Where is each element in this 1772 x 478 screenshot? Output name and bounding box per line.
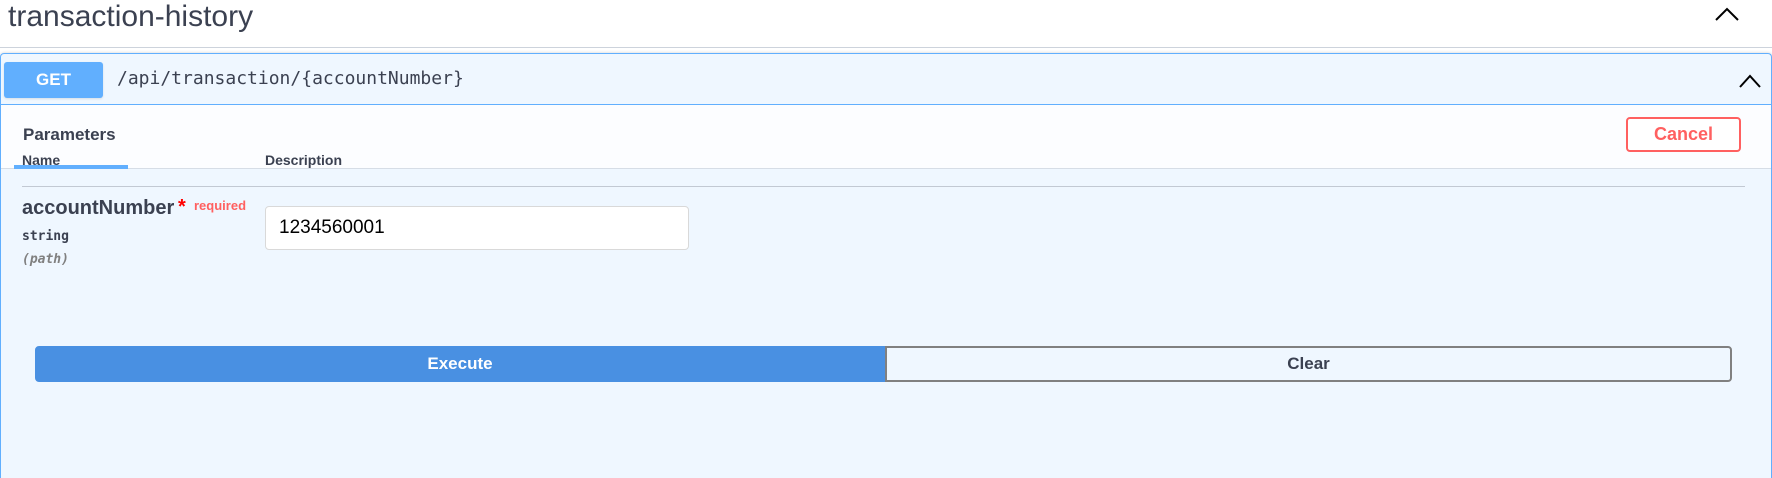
column-header-name: Name bbox=[22, 152, 61, 168]
table-divider bbox=[22, 186, 1745, 187]
param-location: (path) bbox=[22, 252, 69, 267]
tab-parameters-label: Parameters bbox=[23, 125, 116, 144]
method-badge: GET bbox=[4, 62, 103, 98]
param-type: string bbox=[22, 229, 69, 244]
section-title: transaction-history bbox=[8, 0, 254, 33]
chevron-up-icon[interactable] bbox=[1737, 72, 1763, 90]
swagger-page: transaction-history GET /api/transaction… bbox=[0, 0, 1772, 478]
required-label: required bbox=[194, 198, 247, 213]
section-header[interactable]: transaction-history bbox=[0, 0, 1772, 48]
operation-block-get: GET /api/transaction/{accountNumber} Par… bbox=[0, 53, 1772, 478]
column-header-description: Description bbox=[265, 152, 343, 168]
chevron-up-icon[interactable] bbox=[1713, 4, 1741, 24]
operation-summary[interactable]: GET /api/transaction/{accountNumber} bbox=[1, 54, 1771, 105]
required-star: * bbox=[178, 196, 186, 218]
clear-button[interactable]: Clear bbox=[885, 346, 1732, 382]
cancel-button[interactable]: Cancel bbox=[1626, 117, 1741, 152]
account-number-input[interactable]: 1234560001 bbox=[265, 206, 689, 250]
execute-button[interactable]: Execute bbox=[35, 346, 885, 382]
operation-path: /api/transaction/{accountNumber} bbox=[117, 68, 464, 89]
execute-button-group: Execute Clear bbox=[35, 346, 1732, 382]
param-name: accountNumber bbox=[22, 197, 175, 219]
